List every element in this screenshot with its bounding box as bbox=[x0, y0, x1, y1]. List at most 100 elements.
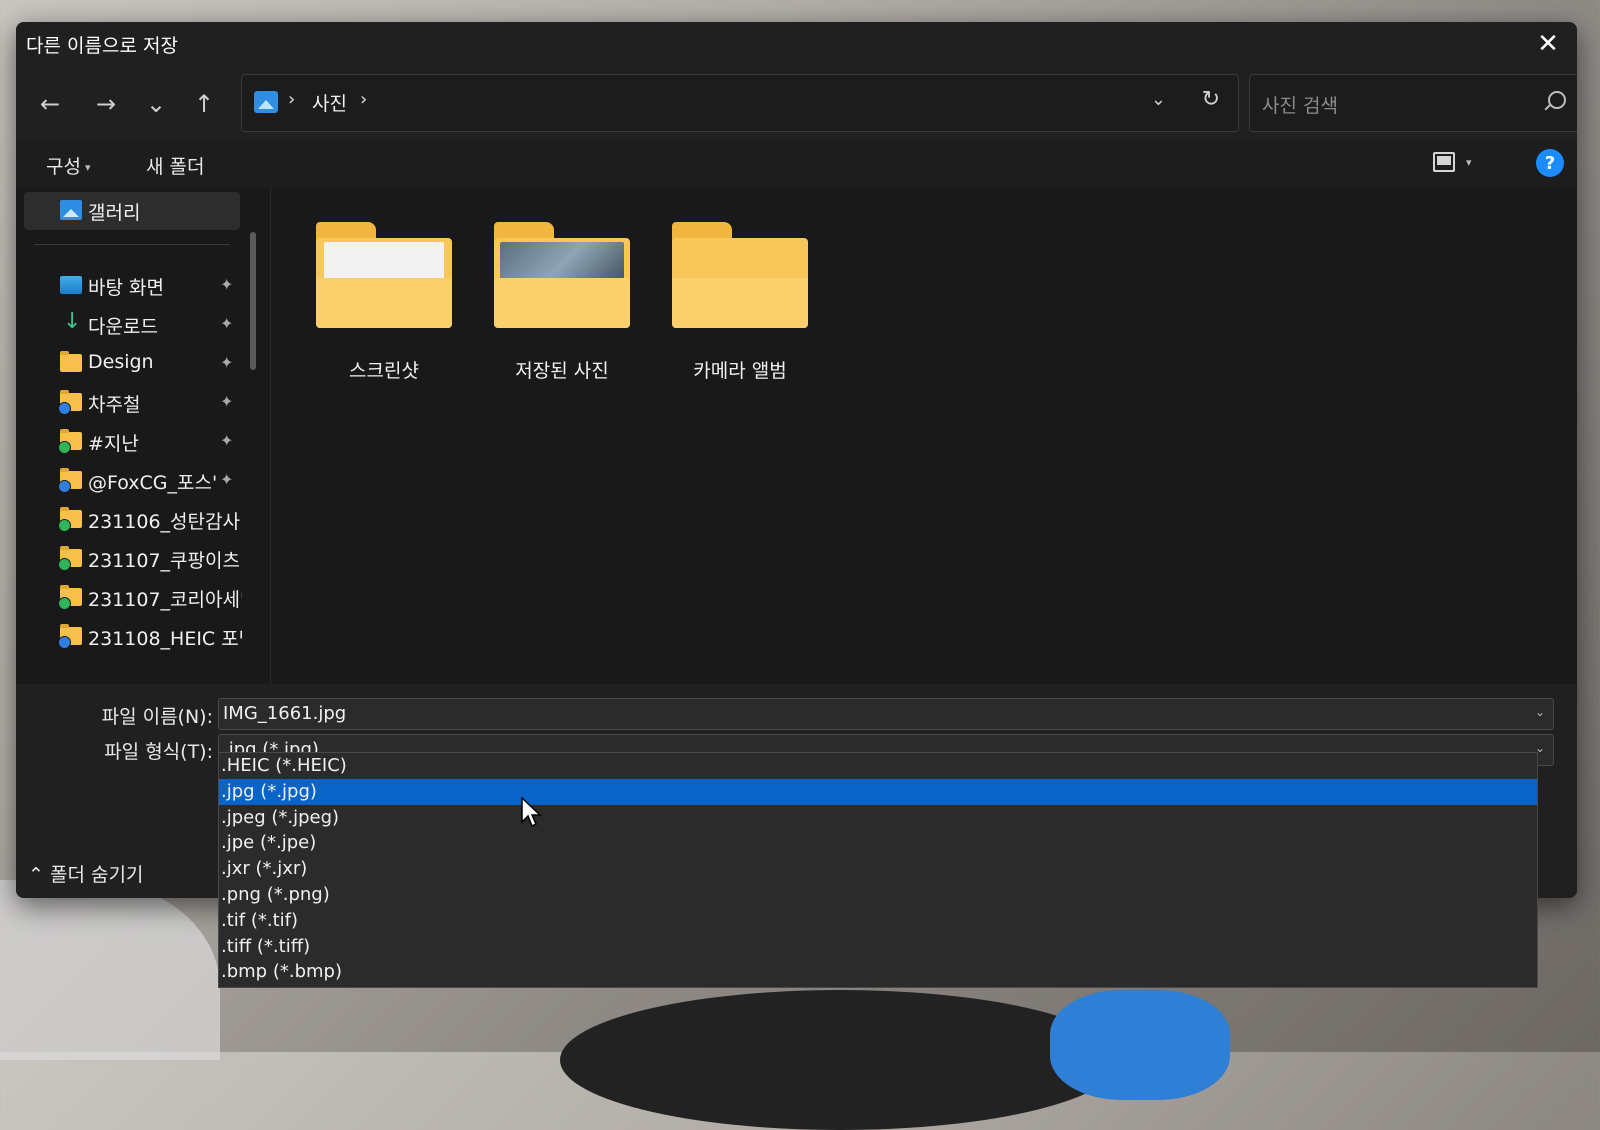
sync-badge-icon bbox=[58, 402, 71, 415]
dropdown-option-selected[interactable]: .jpg (*.jpg) bbox=[219, 778, 1537, 805]
folder-front bbox=[672, 278, 808, 328]
title-bar: 다른 이름으로 저장 ✕ bbox=[16, 22, 1577, 66]
folder-item[interactable]: 스크린샷 bbox=[314, 222, 454, 382]
chevron-down-icon[interactable]: ⌄ bbox=[1535, 705, 1545, 719]
pin-icon[interactable]: ✦ bbox=[220, 431, 233, 450]
sidebar-item-gallery[interactable]: 갤러리 bbox=[24, 192, 240, 230]
folder-synced-icon bbox=[58, 585, 82, 610]
folder-name: 카메라 앨범 bbox=[693, 360, 787, 382]
pictures-icon bbox=[254, 91, 278, 113]
background-shape bbox=[560, 990, 1120, 1130]
sync-badge-icon bbox=[58, 480, 71, 493]
navigation-bar: ← → ⌄ ↑ › 사진 › ⌄ ↻ 사진 검색 bbox=[16, 66, 1577, 140]
back-arrow-icon: ← bbox=[39, 90, 61, 118]
sidebar-item-label: 다운로드 bbox=[88, 316, 158, 338]
filetype-dropdown-list: .HEIC (*.HEIC) .jpg (*.jpg) .jpeg (*.jpe… bbox=[218, 752, 1538, 988]
sidebar-item-folder[interactable]: 231106_성탄감사 bbox=[16, 502, 256, 538]
folder-icon bbox=[60, 351, 82, 372]
preview-pane-icon[interactable] bbox=[1433, 152, 1455, 172]
sidebar-item-folder[interactable]: #지난 ✦ bbox=[16, 424, 256, 460]
synced-badge-icon bbox=[58, 597, 71, 610]
background-shape bbox=[0, 880, 220, 1060]
search-icon[interactable] bbox=[1548, 91, 1566, 109]
sidebar-divider bbox=[34, 244, 230, 245]
sidebar-item-label: #지난 bbox=[88, 433, 139, 455]
address-bar[interactable]: › 사진 › ⌄ ↻ bbox=[241, 74, 1239, 132]
organize-menu[interactable]: 구성 ▾ bbox=[46, 152, 91, 179]
forward-arrow-icon: → bbox=[95, 90, 117, 118]
folder-item[interactable]: 저장된 사진 bbox=[492, 222, 632, 382]
window-title: 다른 이름으로 저장 bbox=[26, 35, 178, 57]
forward-button[interactable]: → bbox=[86, 86, 126, 122]
pin-icon[interactable]: ✦ bbox=[220, 470, 233, 489]
sidebar-item-label: @FoxCG_포스' bbox=[88, 472, 218, 494]
sidebar-item-desktop[interactable]: 바탕 화면 ✦ bbox=[16, 268, 256, 304]
filename-label: 파일 이름(N): bbox=[101, 706, 213, 728]
sidebar-item-folder[interactable]: 231107_쿠팡이츠: bbox=[16, 541, 256, 577]
sidebar-item-folder[interactable]: @FoxCG_포스' ✦ bbox=[16, 463, 256, 499]
sidebar-item-label: 231107_쿠팡이츠: bbox=[88, 550, 242, 572]
sidebar-item-folder[interactable]: 차주철 ✦ bbox=[16, 385, 256, 421]
recent-locations-button[interactable]: ⌄ bbox=[136, 86, 176, 122]
breadcrumb-separator: › bbox=[288, 89, 296, 110]
sidebar-item-label: 231106_성탄감사 bbox=[88, 511, 240, 533]
folder-name: 저장된 사진 bbox=[515, 360, 609, 382]
sidebar-item-label: 차주철 bbox=[88, 394, 141, 416]
synced-badge-icon bbox=[58, 558, 71, 571]
search-placeholder: 사진 검색 bbox=[1262, 95, 1338, 117]
close-icon: ✕ bbox=[1537, 29, 1559, 59]
folder-sync-icon bbox=[58, 390, 82, 415]
gallery-icon bbox=[60, 200, 82, 220]
dropdown-option[interactable]: .tiff (*.tiff) bbox=[219, 934, 1537, 960]
folder-item[interactable]: 카메라 앨범 bbox=[670, 222, 810, 382]
navigation-pane: 갤러리 바탕 화면 ✦ 다운로드 ✦ Design ✦ 차주철 ✦ #지난 ✦ bbox=[16, 188, 270, 684]
pane-divider[interactable] bbox=[270, 188, 271, 684]
new-folder-button[interactable]: 새 폴더 bbox=[146, 152, 204, 179]
dropdown-option[interactable]: .HEIC (*.HEIC) bbox=[219, 753, 1537, 779]
filename-field[interactable]: IMG_1661.jpg ⌄ bbox=[218, 698, 1554, 730]
up-button[interactable]: ↑ bbox=[184, 86, 224, 122]
folder-synced-icon bbox=[58, 429, 82, 454]
sidebar-item-label: 바탕 화면 bbox=[88, 277, 164, 299]
dropdown-option[interactable]: .png (*.png) bbox=[219, 882, 1537, 908]
synced-badge-icon bbox=[58, 519, 71, 532]
filename-value: IMG_1661.jpg bbox=[223, 703, 347, 724]
sidebar-scrollbar[interactable] bbox=[250, 232, 256, 370]
sidebar-item-label: 231108_HEIC 포맷 bbox=[88, 628, 242, 650]
search-box[interactable]: 사진 검색 bbox=[1249, 74, 1577, 132]
help-icon[interactable]: ? bbox=[1536, 149, 1564, 177]
dropdown-option[interactable]: .bmp (*.bmp) bbox=[219, 959, 1537, 985]
folder-synced-icon bbox=[58, 507, 82, 532]
folder-front bbox=[316, 278, 452, 328]
sidebar-item-design[interactable]: Design ✦ bbox=[16, 346, 256, 382]
address-dropdown-icon[interactable]: ⌄ bbox=[1151, 89, 1166, 110]
caret-down-icon: ▾ bbox=[84, 161, 91, 174]
pin-icon[interactable]: ✦ bbox=[220, 353, 233, 372]
dropdown-option[interactable]: .tif (*.tif) bbox=[219, 908, 1537, 934]
sync-badge-icon bbox=[58, 636, 71, 649]
back-button[interactable]: ← bbox=[30, 86, 70, 122]
pin-icon[interactable]: ✦ bbox=[220, 275, 233, 294]
close-button[interactable]: ✕ bbox=[1519, 22, 1577, 66]
breadcrumb-item-pictures[interactable]: 사진 bbox=[312, 89, 347, 116]
sidebar-item-folder[interactable]: 231107_코리아세' bbox=[16, 580, 256, 616]
sidebar-item-folder[interactable]: 231108_HEIC 포맷 bbox=[16, 619, 256, 655]
dropdown-option[interactable]: .jpeg (*.jpeg) bbox=[219, 805, 1537, 831]
refresh-icon[interactable]: ↻ bbox=[1202, 87, 1220, 112]
organize-label: 구성 bbox=[46, 156, 81, 178]
caret-down-icon[interactable]: ▾ bbox=[1466, 156, 1472, 169]
sidebar-item-label: 231107_코리아세' bbox=[88, 589, 242, 611]
folder-front bbox=[494, 278, 630, 328]
hide-folders-button[interactable]: ⌃ 폴더 숨기기 bbox=[28, 860, 143, 887]
dropdown-option[interactable]: .jpe (*.jpe) bbox=[219, 830, 1537, 856]
sidebar-item-downloads[interactable]: 다운로드 ✦ bbox=[16, 307, 256, 343]
pin-icon[interactable]: ✦ bbox=[220, 314, 233, 333]
sidebar-item-label: Design bbox=[88, 351, 154, 373]
pin-icon[interactable]: ✦ bbox=[220, 392, 233, 411]
breadcrumb-separator[interactable]: › bbox=[360, 89, 367, 110]
dropdown-option[interactable]: .jxr (*.jxr) bbox=[219, 856, 1537, 882]
filetype-label: 파일 형식(T): bbox=[104, 741, 213, 763]
chevron-down-icon: ⌄ bbox=[145, 90, 167, 118]
folder-synced-icon bbox=[58, 546, 82, 571]
folder-sync-icon bbox=[58, 468, 82, 493]
